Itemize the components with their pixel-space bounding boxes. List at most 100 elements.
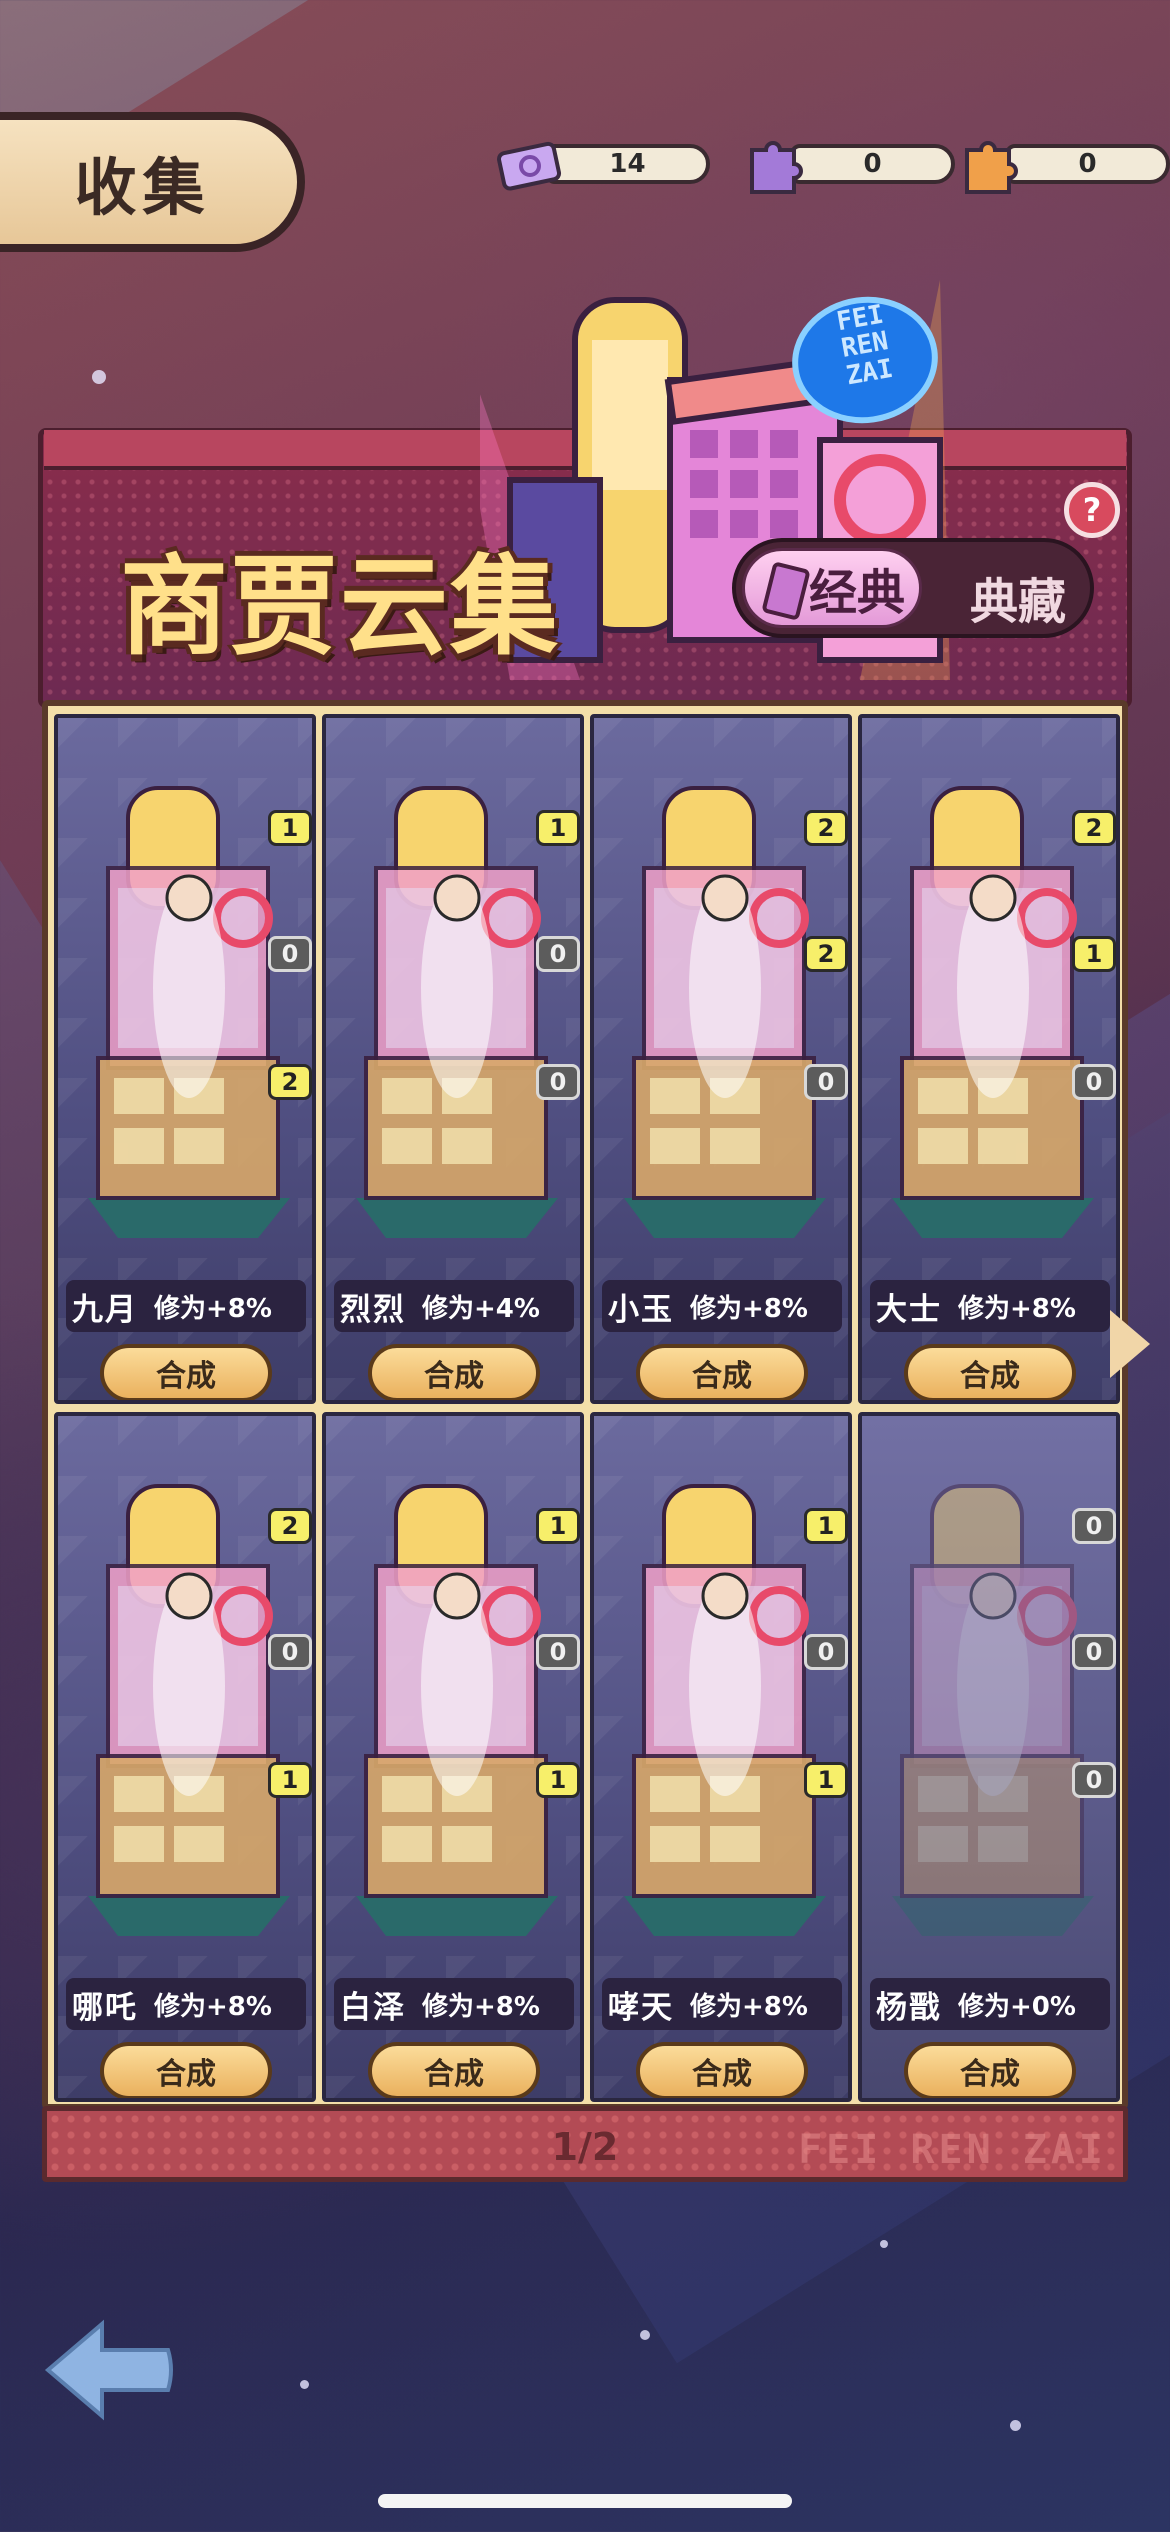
- character-info-bar: 小玉 修为+8%: [602, 1280, 842, 1332]
- character-card[interactable]: 0 0 0 杨戬 修为+0% 合成: [858, 1412, 1120, 2102]
- part-count-badge: 1: [536, 1508, 580, 1544]
- part-count-badge: 1: [536, 1762, 580, 1798]
- cultivation-bonus: 修为+8%: [690, 1293, 808, 1324]
- part-count-badge: 0: [536, 936, 580, 972]
- currency-purple-puzzle[interactable]: 0: [740, 140, 960, 194]
- character-info-bar: 白泽 修为+8%: [334, 1978, 574, 2030]
- part-count-badge: 2: [1072, 810, 1116, 846]
- craft-button[interactable]: 合成: [368, 2042, 540, 2098]
- star: [300, 2380, 309, 2389]
- shop-machine-illustration: [892, 1484, 1094, 1936]
- cultivation-bonus: 修为+8%: [154, 1991, 272, 2022]
- cultivation-bonus: 修为+0%: [958, 1991, 1076, 2022]
- craft-button[interactable]: 合成: [636, 2042, 808, 2098]
- craft-button[interactable]: 合成: [904, 2042, 1076, 2098]
- shop-machine-illustration: [88, 786, 290, 1238]
- character-card[interactable]: 1 0 1 哮天 修为+8% 合成: [590, 1412, 852, 2102]
- craft-button[interactable]: 合成: [904, 1344, 1076, 1400]
- star: [92, 370, 106, 384]
- category-toggle[interactable]: 经典 典藏: [732, 538, 1094, 638]
- part-count-badge: 0: [268, 936, 312, 972]
- neon-sign-text: FEI REN ZAI: [834, 299, 896, 392]
- currency-value: 0: [1005, 144, 1170, 184]
- character-info-bar: 烈烈 修为+4%: [334, 1280, 574, 1332]
- page-title: 收集: [74, 151, 211, 224]
- cultivation-bonus: 修为+8%: [690, 1991, 808, 2022]
- character-info-bar: 大士 修为+8%: [870, 1280, 1110, 1332]
- character-info-bar: 哮天 修为+8%: [602, 1978, 842, 2030]
- part-count-badge: 2: [268, 1508, 312, 1544]
- cultivation-bonus: 修为+4%: [422, 1293, 540, 1324]
- part-count-badge: 2: [804, 810, 848, 846]
- star: [880, 2240, 888, 2248]
- back-arrow-icon[interactable]: [40, 2310, 180, 2430]
- character-card[interactable]: 2 2 0 小玉 修为+8% 合成: [590, 714, 852, 1404]
- part-count-badge: 0: [1072, 1064, 1116, 1100]
- craft-button[interactable]: 合成: [100, 1344, 272, 1400]
- character-card[interactable]: 2 0 1 哪吒 修为+8% 合成: [54, 1412, 316, 2102]
- brand-watermark: FEI REN ZAI: [798, 2127, 1107, 2173]
- part-count-badge: 0: [804, 1064, 848, 1100]
- character-name: 哪吒: [72, 1989, 138, 2026]
- part-count-badge: 0: [1072, 1762, 1116, 1798]
- tab-classic-label: 经典: [808, 565, 905, 621]
- ticket-icon: [497, 141, 562, 191]
- help-button[interactable]: ?: [1064, 482, 1120, 538]
- star: [1010, 2420, 1021, 2431]
- part-count-badge: 0: [804, 1634, 848, 1670]
- craft-button[interactable]: 合成: [100, 2042, 272, 2098]
- craft-button[interactable]: 合成: [636, 1344, 808, 1400]
- next-page-arrow[interactable]: [1110, 1310, 1150, 1378]
- part-count-badge: 2: [804, 936, 848, 972]
- home-indicator: [378, 2494, 792, 2508]
- character-info-bar: 杨戬 修为+0%: [870, 1978, 1110, 2030]
- part-count-badge: 1: [804, 1762, 848, 1798]
- shop-machine-illustration: [624, 1484, 826, 1936]
- currency-orange-puzzle[interactable]: 0: [955, 140, 1170, 194]
- character-name: 大士: [876, 1291, 942, 1328]
- character-card[interactable]: 1 0 0 烈烈 修为+4% 合成: [322, 714, 584, 1404]
- character-name: 九月: [72, 1291, 138, 1328]
- part-count-badge: 0: [536, 1064, 580, 1100]
- character-name: 小玉: [608, 1291, 674, 1328]
- tab-classic[interactable]: 经典: [742, 548, 922, 628]
- character-info-bar: 九月 修为+8%: [66, 1280, 306, 1332]
- tab-collection[interactable]: 典藏: [970, 562, 1066, 632]
- currency-value: 0: [790, 144, 955, 184]
- part-count-badge: 0: [268, 1634, 312, 1670]
- character-name: 白泽: [340, 1989, 406, 2026]
- shop-machine-illustration: [356, 1484, 558, 1936]
- part-count-badge: 1: [804, 1508, 848, 1544]
- character-name: 烈烈: [340, 1291, 406, 1328]
- shop-machine-illustration: [356, 786, 558, 1238]
- part-count-badge: 1: [268, 1762, 312, 1798]
- part-count-badge: 1: [1072, 936, 1116, 972]
- character-card[interactable]: 2 1 0 大士 修为+8% 合成: [858, 714, 1120, 1404]
- part-count-badge: 0: [536, 1634, 580, 1670]
- card-icon: [761, 561, 811, 621]
- part-count-badge: 0: [1072, 1508, 1116, 1544]
- banner-title: 商贾云集: [120, 545, 561, 670]
- character-card[interactable]: 1 0 2 九月 修为+8% 合成: [54, 714, 316, 1404]
- pager-bar: 1/2 FEI REN ZAI: [42, 2106, 1128, 2182]
- shop-machine-illustration: [88, 1484, 290, 1936]
- cultivation-bonus: 修为+8%: [422, 1991, 540, 2022]
- currency-tickets[interactable]: 14: [495, 140, 715, 191]
- craft-button[interactable]: 合成: [368, 1344, 540, 1400]
- orange-puzzle-icon: [965, 141, 1018, 194]
- part-count-badge: 1: [268, 810, 312, 846]
- purple-puzzle-icon: [750, 141, 803, 194]
- part-count-badge: 0: [1072, 1634, 1116, 1670]
- character-name: 杨戬: [876, 1989, 942, 2026]
- character-info-bar: 哪吒 修为+8%: [66, 1978, 306, 2030]
- character-name: 哮天: [608, 1989, 674, 2026]
- part-count-badge: 1: [536, 810, 580, 846]
- currency-value: 14: [545, 144, 710, 184]
- star: [640, 2330, 650, 2340]
- character-card[interactable]: 1 0 1 白泽 修为+8% 合成: [322, 1412, 584, 2102]
- shop-machine-illustration: [624, 786, 826, 1238]
- cultivation-bonus: 修为+8%: [958, 1293, 1076, 1324]
- shop-machine-illustration: [892, 786, 1094, 1238]
- cultivation-bonus: 修为+8%: [154, 1293, 272, 1324]
- part-count-badge: 2: [268, 1064, 312, 1100]
